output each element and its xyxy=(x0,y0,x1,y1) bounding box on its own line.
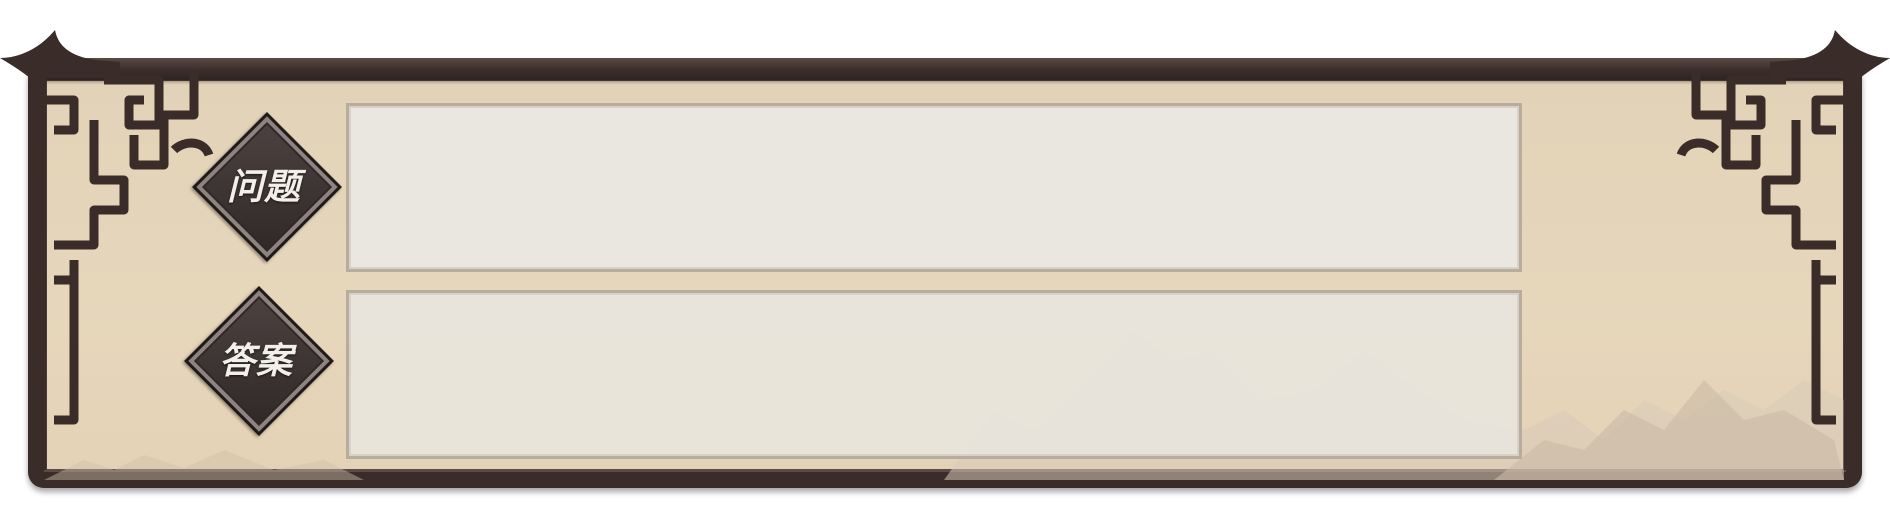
question-input[interactable] xyxy=(346,103,1522,272)
frame-top-beam xyxy=(40,58,1850,80)
answer-label-badge: 答案 xyxy=(184,286,334,436)
answer-label: 答案 xyxy=(218,340,293,382)
answer-input[interactable] xyxy=(346,290,1522,459)
question-label-badge: 问题 xyxy=(192,112,342,262)
question-label: 问题 xyxy=(226,166,301,208)
qa-panel-scene: 问题 答案 xyxy=(0,0,1890,532)
right-lattice-ornament xyxy=(1676,70,1853,470)
